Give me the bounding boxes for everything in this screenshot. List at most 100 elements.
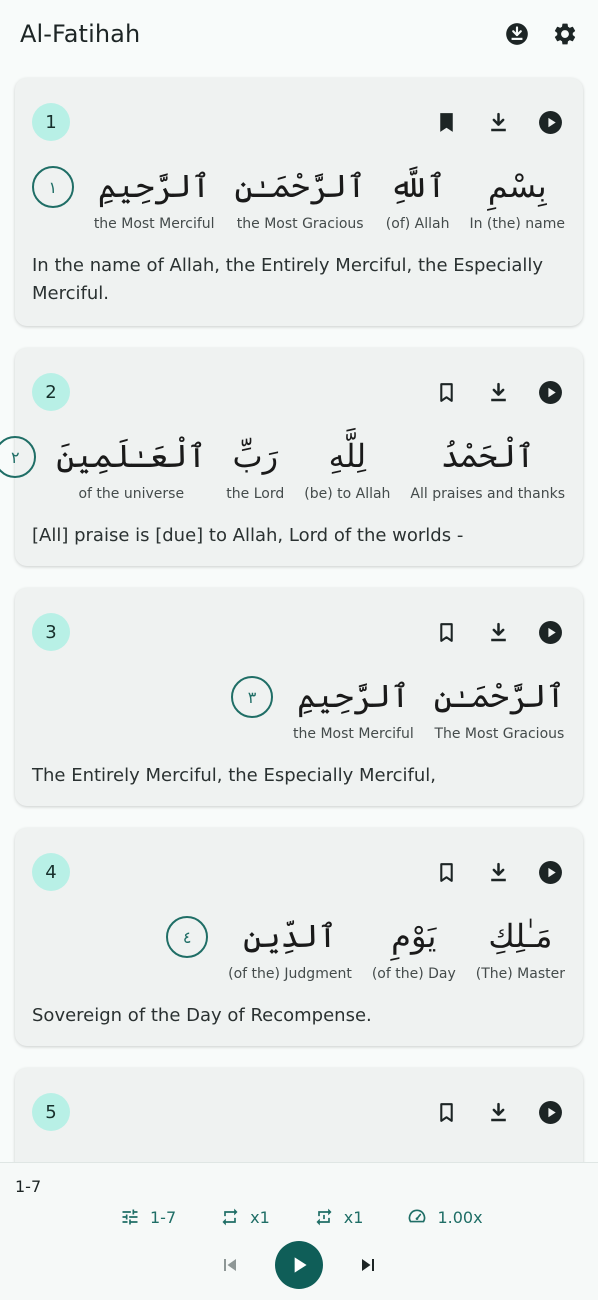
repeat-range-control[interactable]: x1 [220, 1207, 270, 1227]
verse-number-badge: 5 [32, 1093, 70, 1131]
gear-icon[interactable] [550, 19, 580, 49]
repeat-range-label: x1 [250, 1207, 270, 1227]
verse-actions [431, 857, 565, 887]
verse-range-label: 1-7 [150, 1207, 177, 1227]
word[interactable]: رَبِّ the Lord [226, 434, 284, 502]
bookmark-filled-icon[interactable] [431, 107, 461, 137]
play-circle-icon[interactable] [535, 377, 565, 407]
ayah-end-marker: ٤ [166, 916, 209, 958]
word-translation: In (the) name [469, 216, 565, 232]
download-icon[interactable] [483, 617, 513, 647]
arabic-word: ٱلدِّينِ [243, 917, 337, 955]
arabic-word: ٱلرَّحْمَـٰنِ [433, 677, 565, 715]
verse-number-badge: 4 [32, 853, 70, 891]
verse-card-header: 3 [32, 613, 565, 651]
word[interactable]: ٱلرَّحْمَـٰنِ The Most Gracious [434, 674, 565, 742]
app-bar-actions [502, 19, 580, 49]
word[interactable]: ٱلرَّحْمَـٰنِ the Most Gracious [235, 164, 366, 232]
verse-translation: [All] praise is [due] to Allah, Lord of … [32, 525, 464, 546]
playback-speed-control[interactable]: 1.00x [407, 1207, 483, 1227]
speed-icon [409, 1209, 426, 1223]
play-circle-icon[interactable] [535, 107, 565, 137]
verse-card-3: 3 ٱلرَّحْمَـٰنِ The Most Gracious ٱلرَّح… [15, 588, 583, 806]
audio-player: 1-7 1-7 x1 x1 1.00x [0, 1162, 598, 1300]
verse-actions [431, 1097, 565, 1127]
word-by-word-row: ٱلْحَمْدُ All praises and thanks لِلَّهِ… [0, 434, 565, 502]
word[interactable]: مَـٰلِكِ (The) Master [476, 914, 565, 982]
repeat-verse-label: x1 [343, 1207, 364, 1227]
verse-number-badge: 1 [32, 103, 70, 141]
word-translation: (of the) Day [371, 966, 456, 982]
verse-translation: The Entirely Merciful, the Especially Me… [32, 765, 436, 786]
bookmark-outline-icon[interactable] [431, 857, 461, 887]
download-icon[interactable] [483, 857, 513, 887]
play-icon [294, 1257, 307, 1273]
verse-actions [431, 617, 565, 647]
verse-card-header: 4 [32, 853, 565, 891]
word[interactable]: ٱلرَّحِيمِ the Most Merciful [293, 674, 414, 742]
verse-card-5: 5 [15, 1068, 583, 1162]
skip-previous-icon[interactable] [218, 1253, 242, 1277]
download-icon[interactable] [483, 107, 513, 137]
verse-card-header: 2 [32, 373, 565, 411]
verse-actions [431, 107, 565, 137]
word-by-word-row: بِسْمِ In (the) name ٱللَّهِ (of) Allah … [31, 164, 565, 232]
ayah-end-marker: ٢ [0, 436, 37, 478]
player-range-label: 1-7 [15, 1177, 42, 1196]
ayah-end-marker: ١ [31, 166, 74, 208]
word-translation: of the universe [78, 486, 185, 502]
app-bar: Al-Fatihah [0, 0, 598, 68]
repeat-icon [222, 1208, 238, 1226]
arabic-word: ٱللَّهِ [389, 167, 446, 205]
verse-list[interactable]: 1 بِسْمِ In (the) name ٱللَّهِ (of) Alla… [0, 68, 598, 1162]
skip-next-icon[interactable] [356, 1253, 380, 1277]
word[interactable]: بِسْمِ In (the) name [469, 164, 565, 232]
tune-icon [122, 1209, 138, 1225]
word-translation: the Most Merciful [93, 216, 215, 232]
download-circle-icon[interactable] [502, 19, 532, 49]
bookmark-outline-icon[interactable] [431, 377, 461, 407]
arabic-word: رَبِّ [232, 437, 279, 475]
bookmark-outline-icon[interactable] [431, 617, 461, 647]
word[interactable]: ٱلْحَمْدُ All praises and thanks [410, 434, 565, 502]
arabic-word: ٱلرَّحِيمِ [297, 677, 410, 715]
word-translation: (of) Allah [385, 216, 450, 232]
arabic-word: ٱلْعَـٰلَمِينَ [56, 437, 207, 475]
repeat-verse-control[interactable]: x1 [314, 1207, 364, 1227]
word-by-word-row: ٱلرَّحْمَـٰنِ The Most Gracious ٱلرَّحِي… [231, 674, 565, 742]
arabic-word: يَوْمِ [391, 917, 437, 955]
download-icon[interactable] [483, 377, 513, 407]
verse-number-badge: 3 [32, 613, 70, 651]
word-translation: (The) Master [475, 966, 565, 982]
word[interactable]: ٱلدِّينِ (of the) Judgment [228, 914, 352, 982]
page-title: Al-Fatihah [20, 20, 141, 48]
word-translation: the Lord [226, 486, 285, 502]
word-translation: All praises and thanks [410, 486, 565, 502]
bookmark-outline-icon[interactable] [431, 1097, 461, 1127]
verse-number-badge: 2 [32, 373, 70, 411]
verse-card-4: 4 مَـٰلِكِ (The) Master يَوْمِ (of the) … [15, 828, 583, 1046]
word[interactable]: ٱللَّهِ (of) Allah [386, 164, 450, 232]
word[interactable]: لِلَّهِ (be) to Allah [304, 434, 390, 502]
verse-range-control[interactable]: 1-7 [120, 1207, 176, 1227]
play-circle-icon[interactable] [535, 857, 565, 887]
verse-translation: In the name of Allah, the Entirely Merci… [32, 255, 544, 304]
verse-card-header: 1 [32, 103, 565, 141]
download-icon[interactable] [483, 1097, 513, 1127]
play-button[interactable] [275, 1241, 323, 1289]
arabic-word: ٱلرَّحِيمِ [97, 167, 211, 205]
player-options: 1-7 x1 x1 1.00x [120, 1207, 483, 1227]
play-circle-icon[interactable] [535, 1097, 565, 1127]
arabic-word: لِلَّهِ [328, 437, 367, 475]
verse-card-2: 2 ٱلْحَمْدُ All praises and thanks لِلَّ… [0, 348, 583, 566]
word-translation: (of the) Judgment [228, 966, 352, 982]
arabic-word: ٱلرَّحْمَـٰنِ [234, 167, 366, 205]
word[interactable]: ٱلْعَـٰلَمِينَ of the universe [56, 434, 206, 502]
play-circle-icon[interactable] [535, 617, 565, 647]
word-translation: the Most Gracious [236, 216, 364, 232]
word[interactable]: ٱلرَّحِيمِ the Most Merciful [94, 164, 215, 232]
word-translation: the Most Merciful [293, 726, 414, 742]
word-by-word-row: مَـٰلِكِ (The) Master يَوْمِ (of the) Da… [166, 914, 565, 982]
word[interactable]: يَوْمِ (of the) Day [372, 914, 456, 982]
repeat-verse-icon [316, 1208, 332, 1226]
